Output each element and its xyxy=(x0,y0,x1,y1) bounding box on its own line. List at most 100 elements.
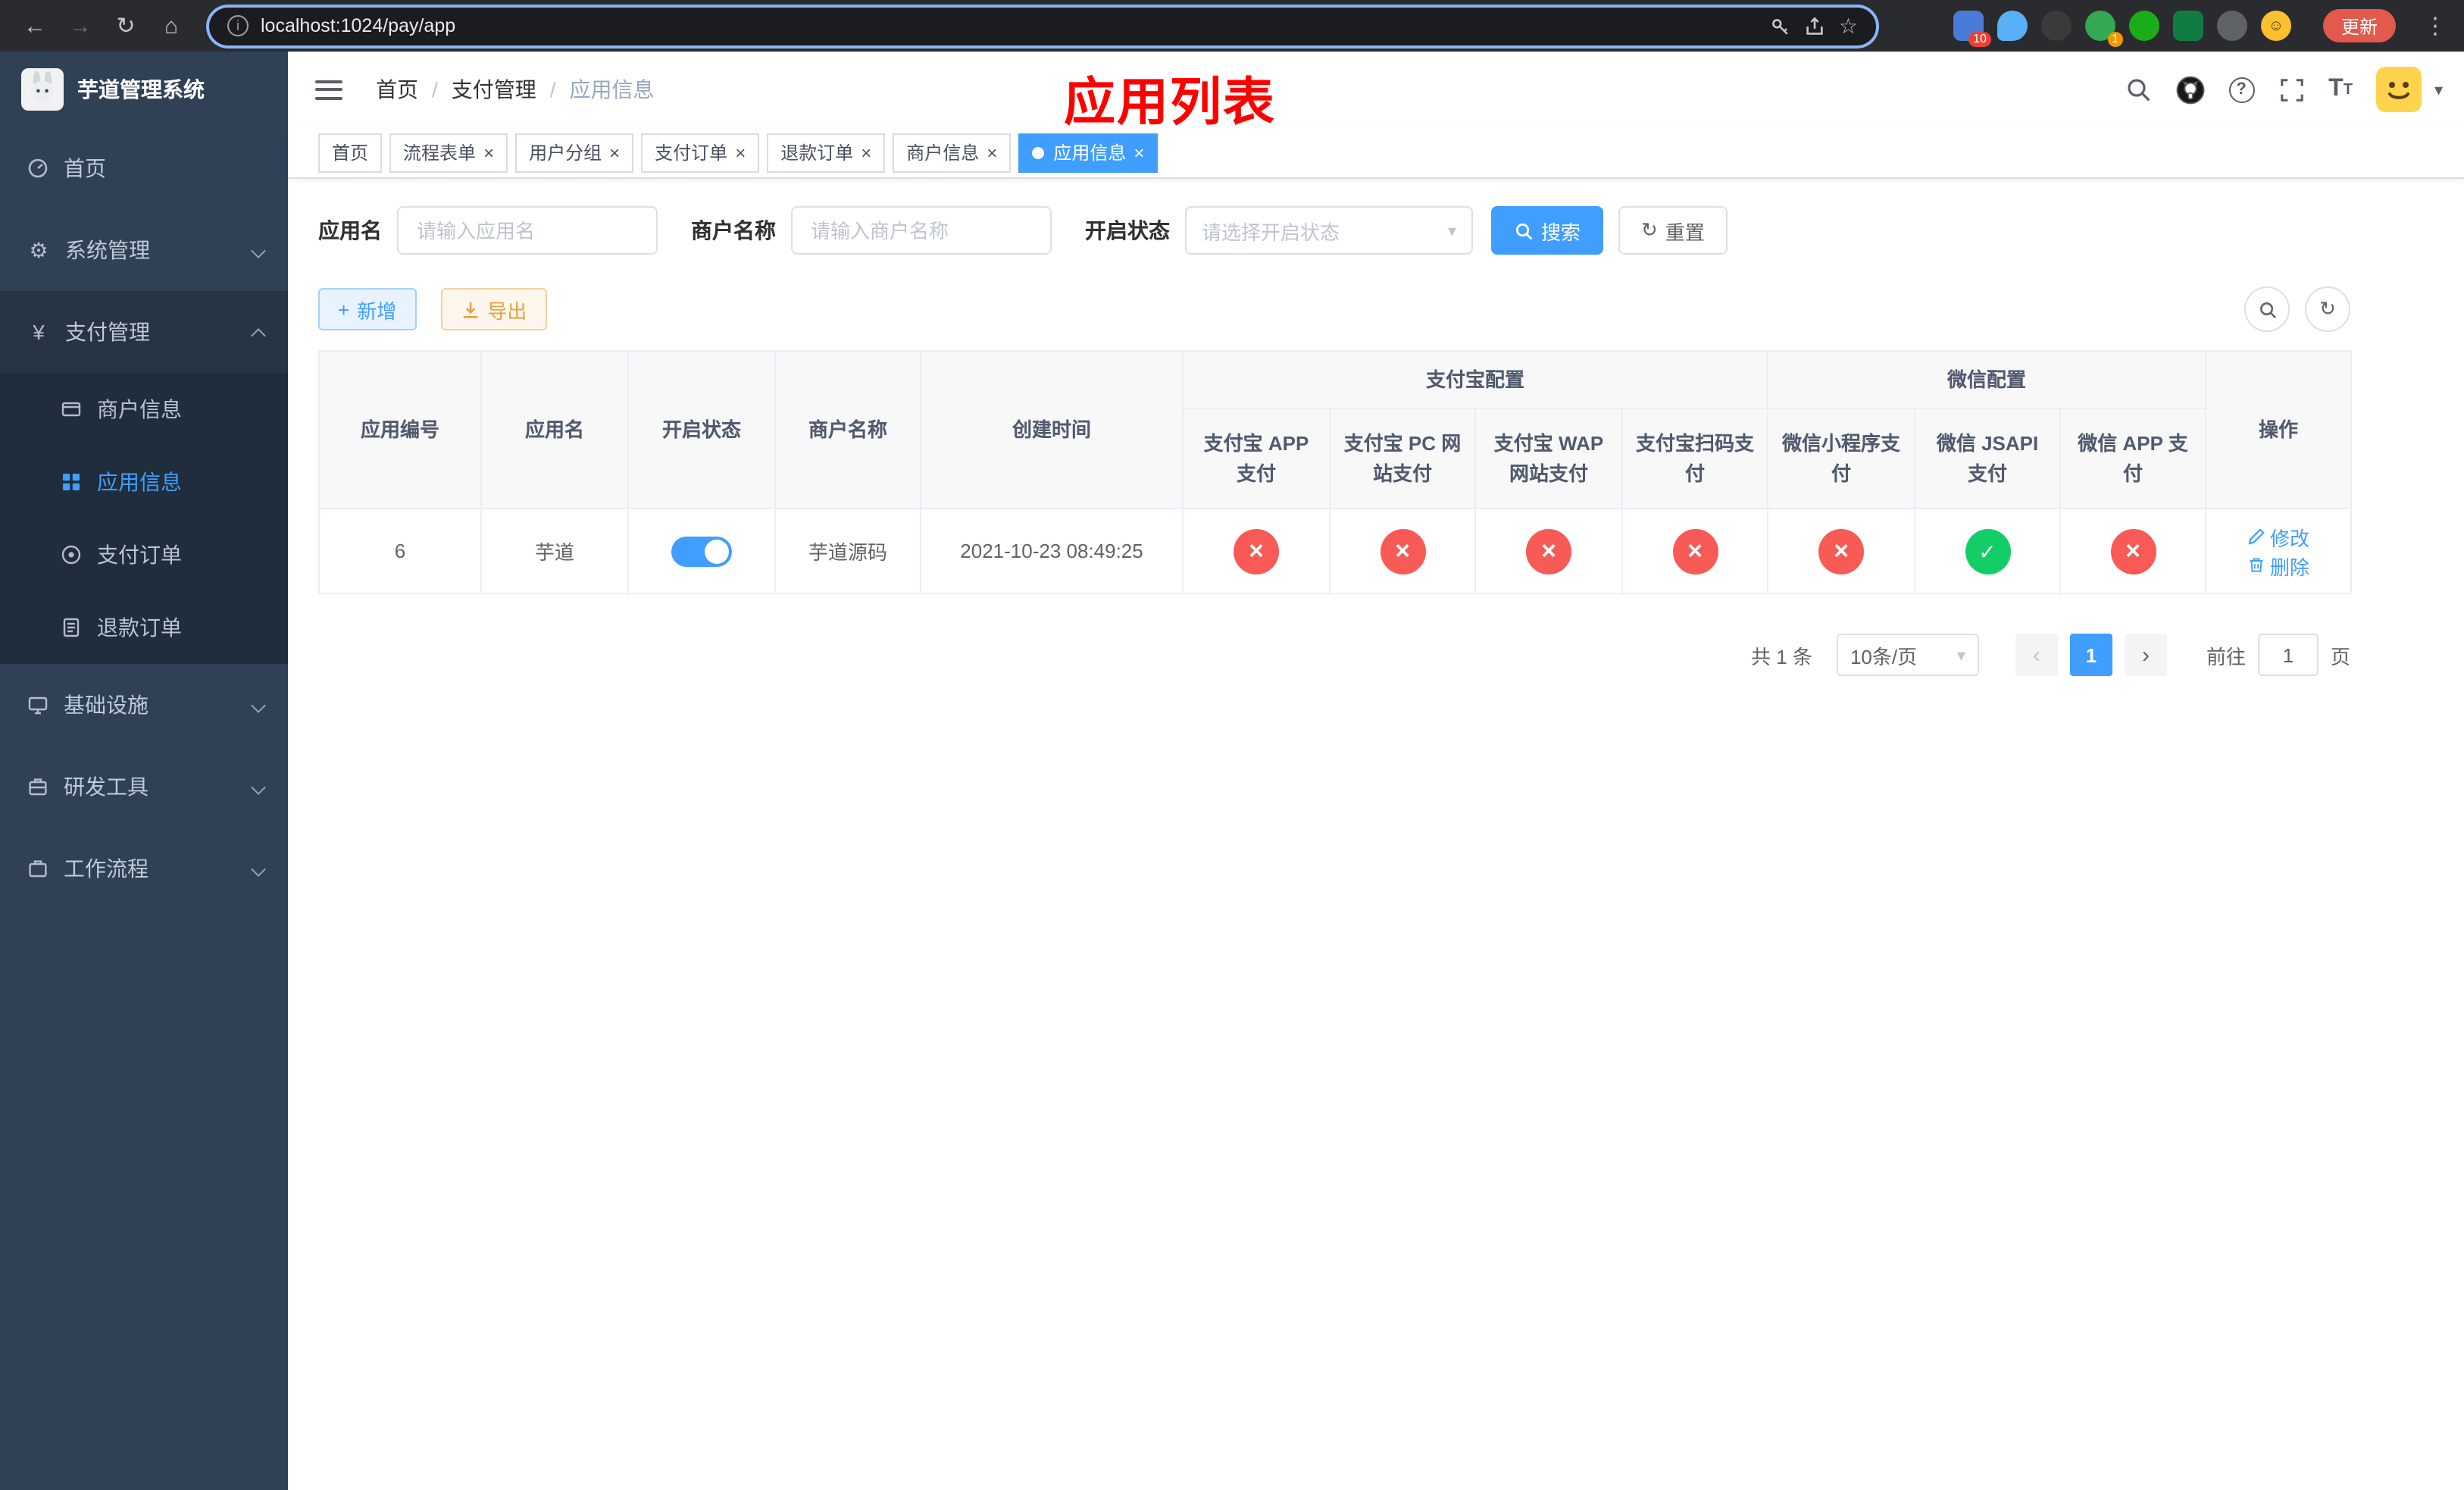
chevron-down-icon[interactable]: ▾ xyxy=(2434,80,2443,99)
status-select[interactable]: 请选择开启状态 ▾ xyxy=(1185,206,1473,255)
breadcrumb-payment[interactable]: 支付管理 xyxy=(452,74,536,105)
breadcrumb: 首页 / 支付管理 / 应用信息 xyxy=(376,74,655,105)
extension-icon-2[interactable] xyxy=(1997,11,2028,41)
delete-icon xyxy=(2250,558,2263,572)
prev-page-button[interactable]: ‹ xyxy=(2015,634,2058,676)
password-key-icon[interactable] xyxy=(1769,14,1792,37)
sidebar-item-home[interactable]: 首页 xyxy=(0,127,288,209)
close-icon[interactable]: × xyxy=(483,142,494,163)
edit-link[interactable]: 修改 xyxy=(2247,522,2309,551)
chevron-down-icon: ▾ xyxy=(1447,222,1456,240)
alipay-app-status-icon xyxy=(1234,528,1279,574)
export-button[interactable]: 导出 xyxy=(440,288,547,330)
col-alipay-qr: 支付宝扫码支付 xyxy=(1621,408,1769,509)
browser-update-button[interactable]: 更新 xyxy=(2322,9,2396,42)
tab-process-form[interactable]: 流程表单 × xyxy=(389,133,508,172)
sidebar-item-label: 首页 xyxy=(64,156,106,180)
fullscreen-icon[interactable] xyxy=(2278,77,2304,102)
close-icon[interactable]: × xyxy=(735,142,746,163)
status-toggle[interactable] xyxy=(671,536,732,566)
sidebar-item-merchant-info[interactable]: 商户信息 xyxy=(0,373,288,446)
sidebar-item-label: 支付订单 xyxy=(97,543,182,567)
sidebar-item-system[interactable]: ⚙ 系统管理 xyxy=(0,209,288,291)
url-text[interactable]: localhost:1024/pay/app xyxy=(261,15,455,36)
extension-icon-7[interactable] xyxy=(2216,11,2247,41)
sidebar-item-label: 商户信息 xyxy=(97,397,182,421)
tab-refund-orders[interactable]: 退款订单 × xyxy=(767,133,886,172)
col-created: 创建时间 xyxy=(920,350,1184,509)
sidebar-item-label: 退款订单 xyxy=(97,615,182,640)
sidebar-item-workflow[interactable]: 工作流程 xyxy=(0,828,288,909)
avatar[interactable] xyxy=(2376,67,2422,112)
address-bar[interactable]: i localhost:1024/pay/app ☆ xyxy=(209,7,1876,45)
yen-icon: ¥ xyxy=(33,320,45,344)
tab-app-info[interactable]: 应用信息 × xyxy=(1018,133,1159,172)
delete-link[interactable]: 删除 xyxy=(2247,551,2309,580)
tab-user-group[interactable]: 用户分组 × xyxy=(515,133,634,172)
tab-home[interactable]: 首页 xyxy=(318,133,383,172)
browser-refresh-icon[interactable]: ↻ xyxy=(106,6,145,45)
search-icon[interactable] xyxy=(2124,76,2151,103)
sidebar-item-pay-orders[interactable]: 支付订单 xyxy=(0,518,288,591)
header-actions: ? TT ▾ xyxy=(2124,67,2464,112)
bookmark-star-icon[interactable]: ☆ xyxy=(1839,13,1858,39)
page-size-select[interactable]: 10条/页 ▾ xyxy=(1836,634,1979,676)
toggle-search-button[interactable] xyxy=(2244,286,2290,332)
reset-button[interactable]: ↻ 重置 xyxy=(1618,206,1728,255)
alipay-wap-status-icon xyxy=(1526,528,1571,574)
cell-merchant: 芋道源码 xyxy=(774,508,921,594)
pagination: 共 1 条 10条/页 ▾ ‹ 1 › 前往 页 xyxy=(318,634,2350,676)
refresh-icon: ↻ xyxy=(1641,218,1658,241)
browser-back-icon[interactable]: ← xyxy=(15,6,55,45)
page-content: 应用名 商户名称 开启状态 请选择开启状态 ▾ xyxy=(288,179,2464,676)
sidebar-item-label: 系统管理 xyxy=(65,238,150,262)
extension-icon-8[interactable]: ☺ xyxy=(2260,11,2291,41)
app-table: 应用编号 应用名 开启状态 商户名称 创建时间 支付宝配置 微信配置 操作 支付… xyxy=(318,350,2353,594)
refresh-table-button[interactable]: ↻ xyxy=(2305,286,2350,332)
sidebar-item-refund-orders[interactable]: 退款订单 xyxy=(0,591,288,664)
next-page-button[interactable]: › xyxy=(2124,634,2167,676)
tab-pay-orders[interactable]: 支付订单 × xyxy=(641,133,760,172)
app-name-input[interactable] xyxy=(397,206,658,255)
extension-icon-4[interactable]: 1 xyxy=(2084,11,2123,47)
hamburger-icon[interactable] xyxy=(315,80,342,99)
sidebar-item-payment[interactable]: ¥ 支付管理 xyxy=(0,291,288,373)
extension-icon-3[interactable] xyxy=(2040,11,2072,41)
close-icon[interactable]: × xyxy=(861,142,871,163)
close-icon[interactable]: × xyxy=(609,142,620,163)
group-wechat-config: 微信配置 xyxy=(1767,350,2207,409)
extension-icon-5[interactable] xyxy=(2128,11,2159,41)
screen: ← → ↻ ⌂ i localhost:1024/pay/app ☆ 10 1 … xyxy=(0,0,2464,1490)
gear-icon: ⚙ xyxy=(29,237,48,261)
help-icon[interactable]: ? xyxy=(2228,77,2255,102)
extension-icon-1[interactable]: 10 xyxy=(1953,11,1991,47)
font-size-icon[interactable]: TT xyxy=(2328,76,2353,103)
sidebar-item-infra[interactable]: 基础设施 xyxy=(0,664,288,746)
chevron-down-icon xyxy=(251,697,266,712)
search-button[interactable]: 搜索 xyxy=(1491,206,1604,255)
browser-menu-icon[interactable]: ⋮ xyxy=(2422,12,2449,39)
goto-page-input[interactable] xyxy=(2257,634,2319,676)
breadcrumb-current: 应用信息 xyxy=(569,77,655,102)
sidebar-item-app-info[interactable]: 应用信息 xyxy=(0,446,288,518)
sidebar-item-dev-tools[interactable]: 研发工具 xyxy=(0,746,288,828)
browser-forward-icon[interactable]: → xyxy=(61,6,100,45)
table-toolbar: + 新增 导出 ↻ xyxy=(318,286,2350,332)
tab-merchant-info[interactable]: 商户信息 × xyxy=(893,133,1012,172)
chevron-down-icon: ▾ xyxy=(1956,646,1965,665)
dashboard-icon xyxy=(28,158,48,178)
browser-home-icon[interactable]: ⌂ xyxy=(152,6,191,45)
breadcrumb-home[interactable]: 首页 xyxy=(376,74,418,105)
site-info-icon[interactable]: i xyxy=(227,15,249,36)
current-page[interactable]: 1 xyxy=(2069,634,2112,676)
add-button[interactable]: + 新增 xyxy=(318,288,417,330)
page-annotation: 应用列表 xyxy=(1064,74,1276,132)
merchant-name-input[interactable] xyxy=(791,206,1052,255)
app-title: 芋道管理系统 xyxy=(77,77,205,102)
share-icon[interactable] xyxy=(1804,14,1827,37)
close-icon[interactable]: × xyxy=(987,142,997,163)
extension-icon-6[interactable] xyxy=(2172,11,2203,41)
extension-cluster: 10 1 ☺ 更新 ⋮ xyxy=(1953,9,2449,47)
close-icon[interactable]: × xyxy=(1134,142,1144,163)
github-icon[interactable] xyxy=(2175,75,2204,104)
